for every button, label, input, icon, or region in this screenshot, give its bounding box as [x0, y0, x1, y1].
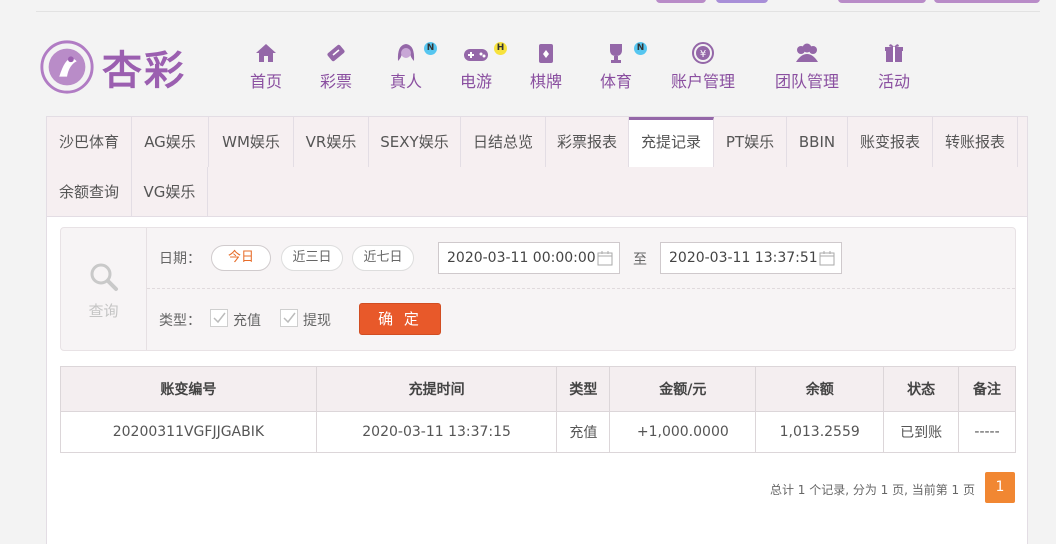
search-icon — [90, 263, 118, 291]
nav-chess-label: 棋牌 — [529, 72, 562, 91]
nav-home[interactable]: 首页 — [246, 40, 286, 92]
cell-type: 充值 — [556, 411, 611, 453]
tab-sexy[interactable]: SEXY娱乐 — [369, 117, 461, 167]
tab-vg[interactable]: VG娱乐 — [132, 167, 208, 217]
top-strip — [36, 0, 1040, 12]
page-button-1[interactable]: 1 — [985, 472, 1015, 503]
nav-account-label: 账户管理 — [670, 72, 735, 91]
nav-home-label: 首页 — [249, 72, 282, 91]
cell-balance: 1,013.2559 — [755, 411, 885, 453]
chip-today[interactable]: 今日 — [211, 245, 271, 271]
withdraw-checkbox[interactable] — [280, 309, 298, 327]
tab-wm[interactable]: WM娱乐 — [209, 117, 294, 167]
start-date-value: 2020-03-11 00:00:00 — [447, 250, 596, 266]
cell-time: 2020-03-11 13:37:15 — [315, 411, 558, 453]
gift-icon — [885, 44, 903, 62]
cards-icon — [539, 44, 553, 63]
nav-sports[interactable]: N 体育 — [596, 40, 647, 92]
cell-amount: +1,000.0000 — [609, 411, 757, 453]
new-badge: N — [424, 42, 437, 55]
nav-team[interactable]: 团队管理 — [772, 40, 842, 92]
gamepad-icon — [464, 49, 488, 61]
cell-id: 20200311VGFJJGABIK — [60, 411, 317, 453]
tab-balance-query[interactable]: 余额查询 — [47, 167, 132, 217]
cell-remark: ----- — [958, 411, 1016, 453]
nav-live[interactable]: N 真人 — [386, 40, 437, 92]
top-tab-4[interactable] — [934, 0, 1040, 3]
deposit-checkbox[interactable] — [210, 309, 228, 327]
tab-balance-change[interactable]: 账变报表 — [848, 117, 933, 167]
confirm-button[interactable]: 确 定 — [359, 303, 441, 335]
trophy-icon — [610, 44, 622, 63]
nav-slots[interactable]: H 电游 — [456, 40, 507, 92]
col-amount: 金额/元 — [609, 366, 757, 412]
nav-team-label: 团队管理 — [774, 72, 839, 91]
nav-chess[interactable]: 棋牌 — [526, 40, 566, 92]
ticket-icon — [327, 44, 345, 62]
type-label: 类型： — [159, 313, 201, 329]
col-balance: 余额 — [755, 366, 885, 412]
filter-box: 查询 日期： 今日 近三日 近七日 2020-03-11 00:00:00 至 … — [60, 227, 1016, 351]
query-label: 查询 — [88, 302, 119, 320]
hot-badge: H — [494, 42, 507, 55]
yen-icon: ¥ — [692, 42, 714, 64]
home-icon — [256, 44, 276, 62]
dealer-icon — [397, 44, 415, 61]
top-tab-2[interactable] — [716, 0, 768, 3]
svg-text:¥: ¥ — [700, 49, 706, 60]
logo-mark-icon — [40, 40, 94, 94]
date-label: 日期： — [159, 251, 201, 267]
tab-vr[interactable]: VR娱乐 — [294, 117, 369, 167]
calendar-icon — [597, 251, 613, 266]
col-time: 充提时间 — [315, 366, 558, 412]
withdraw-label: 提现 — [303, 313, 331, 329]
nav-lottery[interactable]: 彩票 — [316, 40, 356, 92]
logo[interactable]: 杏彩 — [38, 36, 198, 98]
calendar-icon — [819, 251, 835, 266]
nav-promo[interactable]: 活动 — [874, 40, 914, 92]
col-type: 类型 — [556, 366, 611, 412]
col-id: 账变编号 — [60, 366, 317, 412]
pager-summary: 总计 1 个记录, 分为 1 页, 当前第 1 页 — [769, 483, 975, 497]
table-row: 20200311VGFJJGABIK 2020-03-11 13:37:15 充… — [60, 411, 1016, 453]
query-box[interactable]: 查询 — [61, 228, 147, 350]
tab-pt[interactable]: PT娱乐 — [714, 117, 787, 167]
nav-lottery-label: 彩票 — [319, 72, 352, 91]
nav-promo-label: 活动 — [877, 72, 910, 91]
team-icon — [796, 43, 818, 62]
nav-live-label: 真人 — [389, 72, 422, 91]
tab-transfer-report[interactable]: 转账报表 — [933, 117, 1018, 167]
col-remark: 备注 — [958, 366, 1016, 412]
cell-status: 已到账 — [883, 411, 960, 453]
col-status: 状态 — [883, 366, 960, 412]
chip-3days[interactable]: 近三日 — [281, 245, 343, 271]
deposit-label: 充值 — [233, 313, 261, 329]
tab-lottery-report[interactable]: 彩票报表 — [546, 117, 629, 167]
tab-ag[interactable]: AG娱乐 — [132, 117, 209, 167]
tab-daily-summary[interactable]: 日结总览 — [461, 117, 546, 167]
check-icon — [283, 312, 296, 324]
logo-text: 杏彩 — [102, 47, 186, 94]
top-tab-3[interactable] — [838, 0, 926, 3]
new-badge: N — [634, 42, 647, 55]
nav-sports-label: 体育 — [599, 72, 632, 91]
to-label: 至 — [633, 252, 647, 268]
date-row: 日期： 今日 近三日 近七日 2020-03-11 00:00:00 至 202… — [147, 228, 1015, 289]
nav-slots-label: 电游 — [459, 72, 492, 91]
top-tab-1[interactable] — [656, 0, 706, 3]
table-header-row: 账变编号 充提时间 类型 金额/元 余额 状态 备注 — [60, 366, 1016, 412]
end-date-value: 2020-03-11 13:37:51 — [669, 250, 818, 266]
tab-saba-sports[interactable]: 沙巴体育 — [47, 117, 132, 167]
tab-deposit-withdraw[interactable]: 充提记录 — [629, 117, 714, 167]
type-row: 类型： 充值 提现 确 定 — [147, 289, 1015, 350]
start-date-field[interactable]: 2020-03-11 00:00:00 — [438, 242, 620, 274]
nav-account[interactable]: ¥ 账户管理 — [668, 40, 738, 92]
chip-7days[interactable]: 近七日 — [352, 245, 414, 271]
end-date-field[interactable]: 2020-03-11 13:37:51 — [660, 242, 842, 274]
main-panel: 沙巴体育 AG娱乐 WM娱乐 VR娱乐 SEXY娱乐 日结总览 彩票报表 充提记… — [46, 116, 1028, 544]
report-tabs: 沙巴体育 AG娱乐 WM娱乐 VR娱乐 SEXY娱乐 日结总览 彩票报表 充提记… — [47, 117, 1027, 217]
tab-bbin[interactable]: BBIN — [787, 117, 848, 167]
check-icon — [213, 312, 226, 324]
records-table: 账变编号 充提时间 类型 金额/元 余额 状态 备注 20200311VGFJJ… — [60, 366, 1016, 453]
